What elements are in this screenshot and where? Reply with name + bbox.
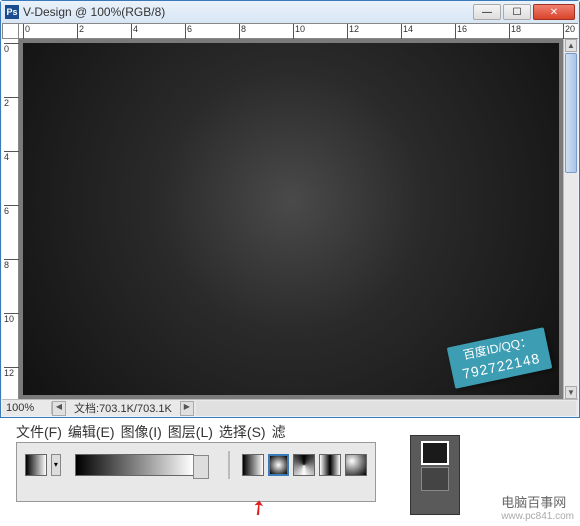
separator — [228, 451, 230, 479]
menu-filter[interactable]: 滤 — [272, 422, 286, 442]
scrollbar-horizontal[interactable] — [196, 401, 576, 416]
layers-panel[interactable] — [410, 435, 460, 515]
gradient-editor-strip[interactable] — [75, 454, 194, 476]
doc-info-value: 703.1K/703.1K — [99, 403, 172, 415]
ruler-tick: 18 — [509, 24, 521, 40]
ruler-tick: 4 — [4, 151, 19, 162]
minimize-button[interactable]: — — [473, 4, 501, 20]
close-button[interactable]: ✕ — [533, 4, 575, 20]
gradient-type-radial[interactable] — [268, 454, 290, 476]
ruler-tick: 12 — [4, 367, 19, 378]
brand-name: 电脑百事网 — [501, 495, 566, 510]
ruler-tick: 20 — [563, 24, 575, 40]
ruler-tick: 6 — [185, 24, 192, 40]
scroll-right-button[interactable]: ▶ — [180, 401, 194, 416]
ruler-origin[interactable] — [2, 23, 19, 39]
zoom-level[interactable]: 100% — [2, 402, 52, 414]
ruler-tick: 8 — [4, 259, 19, 270]
window-controls: — ☐ ✕ — [473, 4, 575, 20]
gradient-type-linear[interactable] — [242, 454, 264, 476]
app-icon: Ps — [5, 5, 19, 19]
gradient-toolbar: ▾ — [16, 442, 376, 502]
ruler-tick: 2 — [77, 24, 84, 40]
gradient-current-swatch[interactable] — [25, 454, 47, 476]
app-window: Ps V-Design @ 100%(RGB/8) — ☐ ✕ 0 2 4 6 … — [0, 0, 580, 418]
ruler-tick: 14 — [401, 24, 413, 40]
gradient-type-reflected[interactable] — [319, 454, 341, 476]
scroll-left-button[interactable]: ◀ — [52, 401, 66, 416]
menu-file[interactable]: 文件(F) — [16, 422, 62, 442]
doc-info: 文档:703.1K/703.1K — [66, 400, 180, 416]
maximize-button[interactable]: ☐ — [503, 4, 531, 20]
scrollbar-thumb[interactable] — [565, 53, 577, 173]
site-watermark: 电脑百事网 www.pc841.com — [501, 492, 574, 522]
scroll-down-button[interactable]: ▼ — [565, 386, 577, 399]
ruler-tick: 4 — [131, 24, 138, 40]
titlebar[interactable]: Ps V-Design @ 100%(RGB/8) — ☐ ✕ — [1, 1, 579, 23]
ruler-tick: 0 — [4, 43, 19, 54]
ruler-tick: 10 — [293, 24, 305, 40]
brand-url: www.pc841.com — [501, 511, 574, 522]
menu-layer[interactable]: 图层(L) — [168, 422, 213, 442]
layer-thumbnail[interactable] — [421, 467, 449, 491]
layer-thumbnail-active[interactable] — [421, 441, 449, 465]
statusbar: 100% ◀ 文档:703.1K/703.1K ▶ — [2, 399, 578, 416]
ruler-vertical[interactable]: 0 2 4 6 8 10 12 — [2, 39, 19, 399]
menu-image[interactable]: 图像(I) — [121, 422, 162, 442]
window-title: V-Design @ 100%(RGB/8) — [23, 5, 473, 19]
ruler-tick: 8 — [239, 24, 246, 40]
scrollbar-vertical[interactable]: ▲ ▼ — [563, 39, 578, 399]
ruler-tick: 6 — [4, 205, 19, 216]
scroll-up-button[interactable]: ▲ — [565, 39, 577, 52]
gradient-type-diamond[interactable] — [345, 454, 367, 476]
gradient-type-angle[interactable] — [293, 454, 315, 476]
dropdown-icon[interactable]: ▾ — [51, 454, 61, 476]
ruler-horizontal[interactable]: 0 2 4 6 8 10 12 14 16 18 20 — [19, 23, 578, 39]
doc-info-label: 文档: — [74, 403, 99, 415]
ruler-tick: 2 — [4, 97, 19, 108]
ruler-tick: 16 — [455, 24, 467, 40]
menu-edit[interactable]: 编辑(E) — [68, 422, 115, 442]
menubar: 文件(F) 编辑(E) 图像(I) 图层(L) 选择(S) 滤 — [16, 422, 286, 442]
ruler-tick: 12 — [347, 24, 359, 40]
menu-select[interactable]: 选择(S) — [219, 422, 266, 442]
ruler-tick: 10 — [4, 313, 19, 324]
ruler-tick: 0 — [23, 24, 30, 40]
